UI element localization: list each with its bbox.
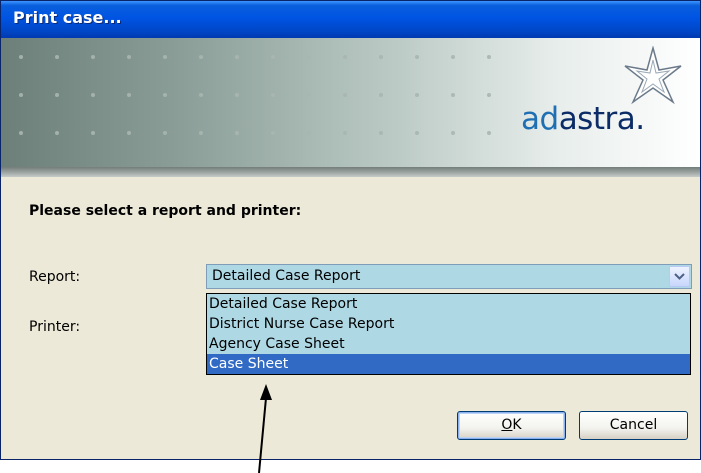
annotation-arrow [258, 384, 272, 473]
